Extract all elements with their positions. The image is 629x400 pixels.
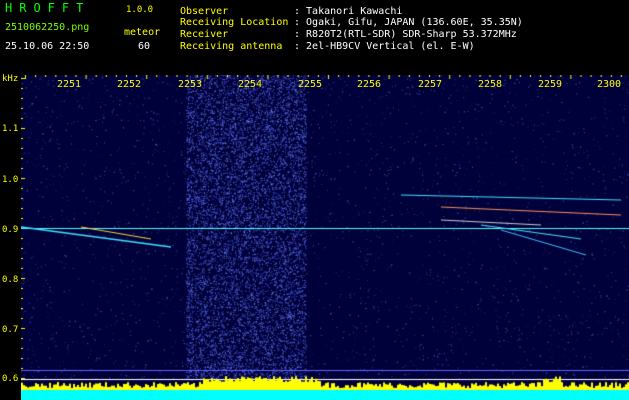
x-tick-label: 2256 — [357, 79, 382, 90]
receiver-value: : R820T2(RTL-SDR) SDR-Sharp 53.372MHz — [294, 29, 517, 40]
file-name: 2510062250.png — [5, 22, 90, 33]
waterfall-spectrogram — [21, 75, 629, 400]
x-tick-label: 2253 — [178, 79, 203, 90]
x-tick-label: 2259 — [538, 79, 563, 90]
observer-label: Observer — [180, 6, 229, 17]
app-logo: HROFFT — [5, 1, 91, 15]
x-tick-label: 2251 — [57, 79, 82, 90]
mode-label: meteor — [124, 27, 161, 38]
antenna-label: Receiving antenna — [180, 41, 283, 52]
header-panel: HROFFT 1.0.0 2510062250.png meteor 25.10… — [0, 0, 629, 72]
x-tick-label: 2300 — [597, 79, 622, 90]
location-value: : Ogaki, Gifu, JAPAN (136.60E, 35.35N) — [294, 17, 523, 28]
y-tick-label: 0.8 — [2, 275, 19, 285]
y-axis-unit: kHz — [2, 74, 19, 84]
x-tick-label: 2257 — [418, 79, 443, 90]
y-tick-label: 1.0 — [2, 175, 19, 185]
receiver-label: Receiver — [180, 29, 229, 40]
count-value: 60 — [138, 41, 151, 52]
x-tick-label: 2258 — [478, 79, 503, 90]
location-label: Receiving Location — [180, 17, 289, 28]
app-version: 1.0.0 — [126, 5, 154, 15]
x-tick-label: 2252 — [117, 79, 142, 90]
y-tick-label: 0.9 — [2, 225, 19, 235]
timestamp: 25.10.06 22:50 — [5, 41, 90, 52]
y-tick-label: 0.7 — [2, 325, 19, 335]
x-tick-label: 2255 — [298, 79, 323, 90]
y-tick-label: 0.6 — [2, 374, 19, 384]
observer-value: : Takanori Kawachi — [294, 6, 403, 17]
antenna-value: : 2el-HB9CV Vertical (el. E-W) — [294, 41, 475, 52]
y-tick-label: 1.1 — [2, 124, 19, 134]
x-tick-label: 2254 — [238, 79, 263, 90]
